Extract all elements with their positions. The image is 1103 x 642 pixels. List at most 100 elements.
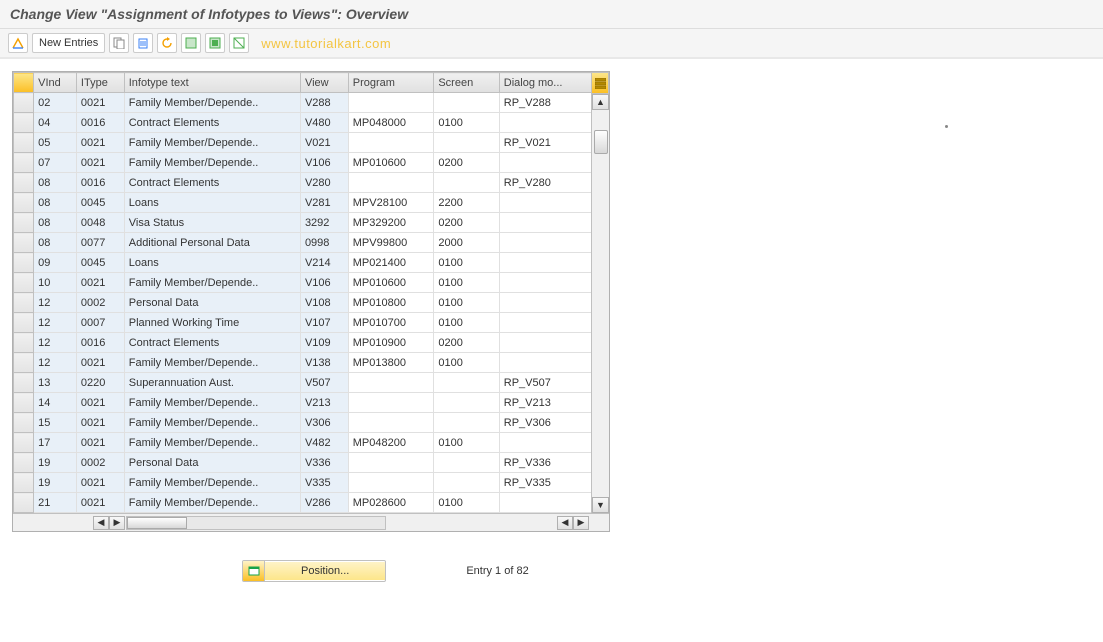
table-row[interactable]: 120021Family Member/Depende..V138MP01380… (14, 353, 593, 373)
vertical-scrollbar[interactable]: ▲ ▼ (591, 94, 609, 513)
cell-view[interactable]: V480 (300, 113, 348, 133)
table-row[interactable]: 080077Additional Personal Data0998MPV998… (14, 233, 593, 253)
cell-itype[interactable]: 0002 (76, 453, 124, 473)
cell-text[interactable]: Loans (124, 253, 300, 273)
cell-view[interactable]: V286 (300, 493, 348, 513)
table-row[interactable]: 170021Family Member/Depende..V482MP04820… (14, 433, 593, 453)
cell-view[interactable]: 0998 (300, 233, 348, 253)
cell-program[interactable] (348, 173, 434, 193)
cell-dialog[interactable]: RP_V306 (499, 413, 592, 433)
cell-dialog[interactable]: RP_V335 (499, 473, 592, 493)
select-block-icon[interactable] (205, 33, 225, 53)
row-selector[interactable] (14, 253, 34, 273)
col-program[interactable]: Program (348, 73, 434, 93)
row-selector[interactable] (14, 233, 34, 253)
cell-program[interactable]: MP021400 (348, 253, 434, 273)
table-row[interactable]: 100021Family Member/Depende..V106MP01060… (14, 273, 593, 293)
cell-dialog[interactable] (499, 433, 592, 453)
cell-vind[interactable]: 12 (34, 313, 77, 333)
cell-text[interactable]: Family Member/Depende.. (124, 93, 300, 113)
cell-vind[interactable]: 02 (34, 93, 77, 113)
cell-text[interactable]: Visa Status (124, 213, 300, 233)
cell-itype[interactable]: 0021 (76, 473, 124, 493)
cell-program[interactable] (348, 413, 434, 433)
cell-dialog[interactable]: RP_V021 (499, 133, 592, 153)
cell-dialog[interactable] (499, 273, 592, 293)
cell-text[interactable]: Personal Data (124, 453, 300, 473)
cell-view[interactable]: V107 (300, 313, 348, 333)
col-itype[interactable]: IType (76, 73, 124, 93)
cell-program[interactable]: MP329200 (348, 213, 434, 233)
cell-dialog[interactable]: RP_V507 (499, 373, 592, 393)
cell-view[interactable]: V306 (300, 413, 348, 433)
col-vind[interactable]: VInd (34, 73, 77, 93)
cell-dialog[interactable] (499, 493, 592, 513)
cell-program[interactable]: MP048200 (348, 433, 434, 453)
cell-vind[interactable]: 09 (34, 253, 77, 273)
cell-dialog[interactable] (499, 313, 592, 333)
cell-itype[interactable]: 0016 (76, 173, 124, 193)
cell-program[interactable] (348, 393, 434, 413)
cell-text[interactable]: Family Member/Depende.. (124, 393, 300, 413)
cell-program[interactable] (348, 453, 434, 473)
cell-program[interactable]: MP010600 (348, 153, 434, 173)
cell-text[interactable]: Additional Personal Data (124, 233, 300, 253)
cell-view[interactable]: V108 (300, 293, 348, 313)
cell-text[interactable]: Family Member/Depende.. (124, 133, 300, 153)
cell-itype[interactable]: 0016 (76, 333, 124, 353)
row-selector[interactable] (14, 413, 34, 433)
cell-view[interactable]: V109 (300, 333, 348, 353)
cell-screen[interactable]: 0200 (434, 213, 499, 233)
cell-program[interactable]: MP010700 (348, 313, 434, 333)
cell-itype[interactable]: 0021 (76, 153, 124, 173)
cell-screen[interactable] (434, 453, 499, 473)
cell-itype[interactable]: 0021 (76, 413, 124, 433)
row-selector[interactable] (14, 433, 34, 453)
cell-vind[interactable]: 14 (34, 393, 77, 413)
cell-screen[interactable]: 0100 (434, 433, 499, 453)
cell-view[interactable]: V021 (300, 133, 348, 153)
table-settings-icon[interactable] (591, 72, 609, 94)
cell-vind[interactable]: 13 (34, 373, 77, 393)
cell-vind[interactable]: 08 (34, 233, 77, 253)
cell-dialog[interactable]: RP_V280 (499, 173, 592, 193)
row-selector[interactable] (14, 153, 34, 173)
row-selector[interactable] (14, 113, 34, 133)
select-all-icon[interactable] (181, 33, 201, 53)
table-row[interactable]: 120016Contract ElementsV109MP0109000200 (14, 333, 593, 353)
col-view[interactable]: View (300, 73, 348, 93)
cell-screen[interactable] (434, 393, 499, 413)
row-selector[interactable] (14, 213, 34, 233)
cell-program[interactable]: MP048000 (348, 113, 434, 133)
row-selector[interactable] (14, 273, 34, 293)
cell-text[interactable]: Family Member/Depende.. (124, 493, 300, 513)
col-text[interactable]: Infotype text (124, 73, 300, 93)
scroll-down-icon[interactable]: ▼ (592, 497, 609, 513)
cell-dialog[interactable] (499, 293, 592, 313)
table-row[interactable]: 120002Personal DataV108MP0108000100 (14, 293, 593, 313)
cell-screen[interactable] (434, 173, 499, 193)
table-row[interactable]: 120007Planned Working TimeV107MP01070001… (14, 313, 593, 333)
table-row[interactable]: 150021Family Member/Depende..V306RP_V306 (14, 413, 593, 433)
col-dialog[interactable]: Dialog mo... (499, 73, 592, 93)
table-row[interactable]: 190002Personal DataV336RP_V336 (14, 453, 593, 473)
cell-view[interactable]: V336 (300, 453, 348, 473)
cell-vind[interactable]: 04 (34, 113, 77, 133)
table-row[interactable]: 190021Family Member/Depende..V335RP_V335 (14, 473, 593, 493)
row-selector[interactable] (14, 93, 34, 113)
cell-dialog[interactable] (499, 153, 592, 173)
cell-dialog[interactable] (499, 213, 592, 233)
cell-text[interactable]: Family Member/Depende.. (124, 353, 300, 373)
cell-vind[interactable]: 12 (34, 293, 77, 313)
cell-screen[interactable]: 0100 (434, 293, 499, 313)
cell-itype[interactable]: 0021 (76, 393, 124, 413)
table-row[interactable]: 050021Family Member/Depende..V021RP_V021 (14, 133, 593, 153)
cell-text[interactable]: Family Member/Depende.. (124, 153, 300, 173)
cell-text[interactable]: Contract Elements (124, 173, 300, 193)
table-row[interactable]: 210021Family Member/Depende..V286MP02860… (14, 493, 593, 513)
cell-program[interactable] (348, 133, 434, 153)
cell-screen[interactable] (434, 93, 499, 113)
row-selector[interactable] (14, 193, 34, 213)
cell-view[interactable]: V482 (300, 433, 348, 453)
row-selector[interactable] (14, 353, 34, 373)
